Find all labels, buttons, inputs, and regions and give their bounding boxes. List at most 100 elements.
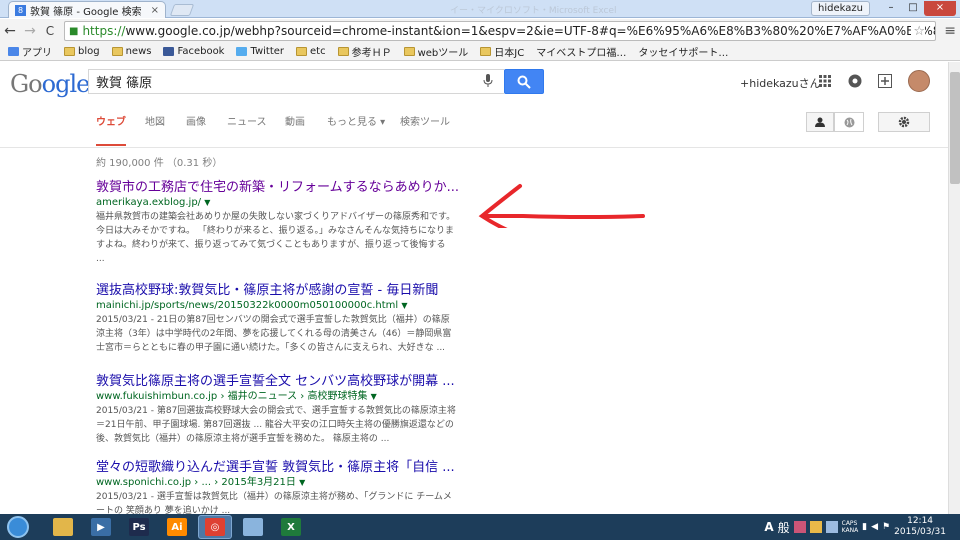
bookmark-item[interactable]: 参考ＨＰ: [337, 44, 392, 59]
search-result: 堂々の短歌織り込んだ選手宣誓 敦賀気比・篠原主将「自信 ... www.sponi…: [96, 460, 456, 514]
bookmark-item[interactable]: 日本JC: [480, 44, 524, 59]
url-dropdown-icon[interactable]: ▼: [299, 478, 305, 487]
folder-icon: [337, 47, 349, 56]
back-button[interactable]: ←: [0, 23, 20, 39]
search-button[interactable]: [504, 69, 544, 94]
bookmark-item[interactable]: Twitter: [236, 46, 284, 57]
chrome-menu-icon[interactable]: ≡: [944, 23, 956, 39]
result-url-text: www.sponichi.co.jp › ... › 2015年3月21日: [96, 477, 296, 488]
personal-results-button[interactable]: [806, 112, 834, 132]
browser-tab[interactable]: 8 敦賀 篠原 - Google 検索 ×: [8, 1, 166, 18]
tab-images[interactable]: 画像: [186, 116, 206, 146]
result-url-text: amerikaya.exblog.jp/: [96, 197, 202, 208]
search-input[interactable]: 敦賀 篠原: [88, 69, 504, 94]
search-result: 敦賀気比篠原主将の選手宣誓全文 センバツ高校野球が開幕 ... www.fukui…: [96, 374, 456, 446]
url-dropdown-icon[interactable]: ▼: [401, 301, 407, 310]
photoshop-taskbar-button[interactable]: Ps: [122, 515, 156, 539]
tab-close-icon[interactable]: ×: [151, 5, 159, 16]
app6-taskbar-button[interactable]: [236, 515, 270, 539]
result-stats: 約 190,000 件 （0.31 秒）: [96, 158, 223, 169]
maximize-button[interactable]: □: [902, 1, 924, 16]
url-text: www.google.co.jp/webhp?sourceid=chrome-i…: [125, 24, 936, 38]
illustrator-taskbar-button[interactable]: Ai: [160, 515, 194, 539]
bookmark-item[interactable]: news: [111, 46, 152, 57]
notifications-icon[interactable]: [848, 74, 862, 88]
global-results-button[interactable]: [834, 112, 864, 132]
url-scheme: https://: [82, 24, 126, 38]
forward-button[interactable]: →: [20, 23, 40, 39]
tab-maps[interactable]: 地図: [145, 116, 165, 146]
bookmark-star-icon[interactable]: ☆: [911, 24, 925, 39]
new-tab-button[interactable]: [169, 4, 195, 16]
red-arrow-annotation: [478, 184, 645, 228]
ime-mode[interactable]: 般: [778, 519, 790, 536]
app6-icon: [243, 518, 263, 536]
chrome-taskbar-button[interactable]: ◎: [198, 515, 232, 539]
search-result: 敦賀市の工務店で住宅の新築・リフォームするならあめりか... amerikaya.…: [96, 180, 459, 266]
minimize-button[interactable]: –: [880, 1, 902, 16]
settings-button[interactable]: [878, 112, 930, 132]
tab-web[interactable]: ウェブ: [96, 116, 126, 146]
result-title-link[interactable]: 堂々の短歌織り込んだ選手宣誓 敦賀気比・篠原主将「自信 ...: [96, 460, 456, 476]
bookmark-label: 日本JC: [494, 48, 525, 59]
network-icon[interactable]: ▮: [862, 522, 867, 532]
bookmark-label: タッセイサポート…: [638, 48, 729, 59]
search-icon: [517, 75, 531, 89]
bookmark-item[interactable]: blog: [64, 46, 100, 57]
clock[interactable]: 12:14 2015/03/31: [894, 516, 946, 538]
result-url: www.fukuishimbun.co.jp › 福井のニュース › 高校野球特…: [96, 390, 456, 404]
result-url-text: mainichi.jp/sports/news/20150322k0000m05…: [96, 300, 399, 311]
profile-button[interactable]: hidekazu: [811, 1, 870, 16]
bookmark-item[interactable]: etc: [296, 46, 326, 57]
bookmark-label: news: [125, 46, 152, 57]
result-snippet: 2015/03/21 - 第87回選抜高校野球大会の開会式で、選手宣誓する敦賀気…: [96, 406, 456, 444]
bookmark-item[interactable]: タッセイサポート…: [0, 44, 729, 114]
close-window-button[interactable]: ×: [924, 1, 956, 16]
microphone-icon[interactable]: [483, 74, 493, 88]
start-button[interactable]: [0, 514, 36, 540]
tray-icon[interactable]: [825, 521, 838, 533]
result-snippet: 福井県敦賀市の建築会社あめりか屋の失敗しない家づくりアドバイザーの篠原秀和です。…: [96, 212, 456, 264]
explorer-taskbar-button[interactable]: [46, 515, 80, 539]
logo-part: ogle: [41, 70, 91, 98]
apps-grid-icon[interactable]: [818, 74, 832, 88]
result-title-link[interactable]: 選抜高校野球:敦賀気比・篠原主将が感謝の宣誓 - 毎日新聞: [96, 283, 456, 299]
bookmark-item[interactable]: Facebook: [163, 46, 224, 57]
reload-button[interactable]: C: [40, 24, 60, 38]
bookmark-item[interactable]: アプリ: [8, 44, 52, 59]
url-dropdown-icon[interactable]: ▼: [204, 198, 210, 207]
bookmark-label: Facebook: [177, 46, 225, 57]
flag-icon[interactable]: ⚑: [882, 522, 890, 532]
plus-user-link[interactable]: +hidekazuさん: [740, 75, 821, 91]
apps-icon: [8, 47, 19, 56]
vertical-scrollbar[interactable]: [948, 62, 960, 514]
google-logo[interactable]: Google: [10, 70, 91, 98]
ime-a[interactable]: A: [764, 520, 773, 534]
tab-news[interactable]: ニュース: [227, 116, 267, 146]
address-bar[interactable]: ■ https:// www.google.co.jp/webhp?source…: [64, 21, 936, 41]
taskbar: ▶ Ps Ai ◎ X A 般 CAPS KANA ▮ ◀ ⚑ 12:14 2015/0…: [0, 514, 960, 540]
url-dropdown-icon[interactable]: ▼: [371, 392, 377, 401]
volume-icon[interactable]: ◀: [871, 522, 878, 532]
tab-search-tools[interactable]: 検索ツール: [400, 116, 450, 146]
search-page: Google 敦賀 篠原 +hidekazuさん ウェブ 地図 画像 ニュース …: [0, 62, 948, 514]
tab-videos[interactable]: 動画: [285, 116, 305, 146]
share-plus-icon[interactable]: [878, 74, 892, 88]
excel-taskbar-button[interactable]: X: [274, 515, 308, 539]
tab-title: 敦賀 篠原 - Google 検索: [30, 6, 142, 18]
avatar[interactable]: [908, 70, 930, 92]
media-taskbar-button[interactable]: ▶: [84, 515, 118, 539]
tab-more[interactable]: もっと見る ▾: [327, 116, 385, 146]
bookmark-item[interactable]: マイベストプロ福…: [0, 44, 626, 114]
bookmark-item[interactable]: webツール: [403, 44, 468, 59]
tray-icon[interactable]: [793, 521, 806, 533]
scrollbar-thumb[interactable]: [950, 72, 960, 184]
tray-icon[interactable]: [809, 521, 822, 533]
result-title-link[interactable]: 敦賀市の工務店で住宅の新築・リフォームするならあめりか...: [96, 180, 459, 196]
clock-time: 12:14: [907, 516, 934, 526]
taskbar-apps: ▶ Ps Ai ◎ X: [46, 515, 312, 539]
bookmark-label: アプリ: [22, 48, 52, 59]
photoshop-icon: Ps: [129, 518, 149, 536]
globe-icon: [844, 117, 854, 127]
result-title-link[interactable]: 敦賀気比篠原主将の選手宣誓全文 センバツ高校野球が開幕 ...: [96, 374, 456, 390]
